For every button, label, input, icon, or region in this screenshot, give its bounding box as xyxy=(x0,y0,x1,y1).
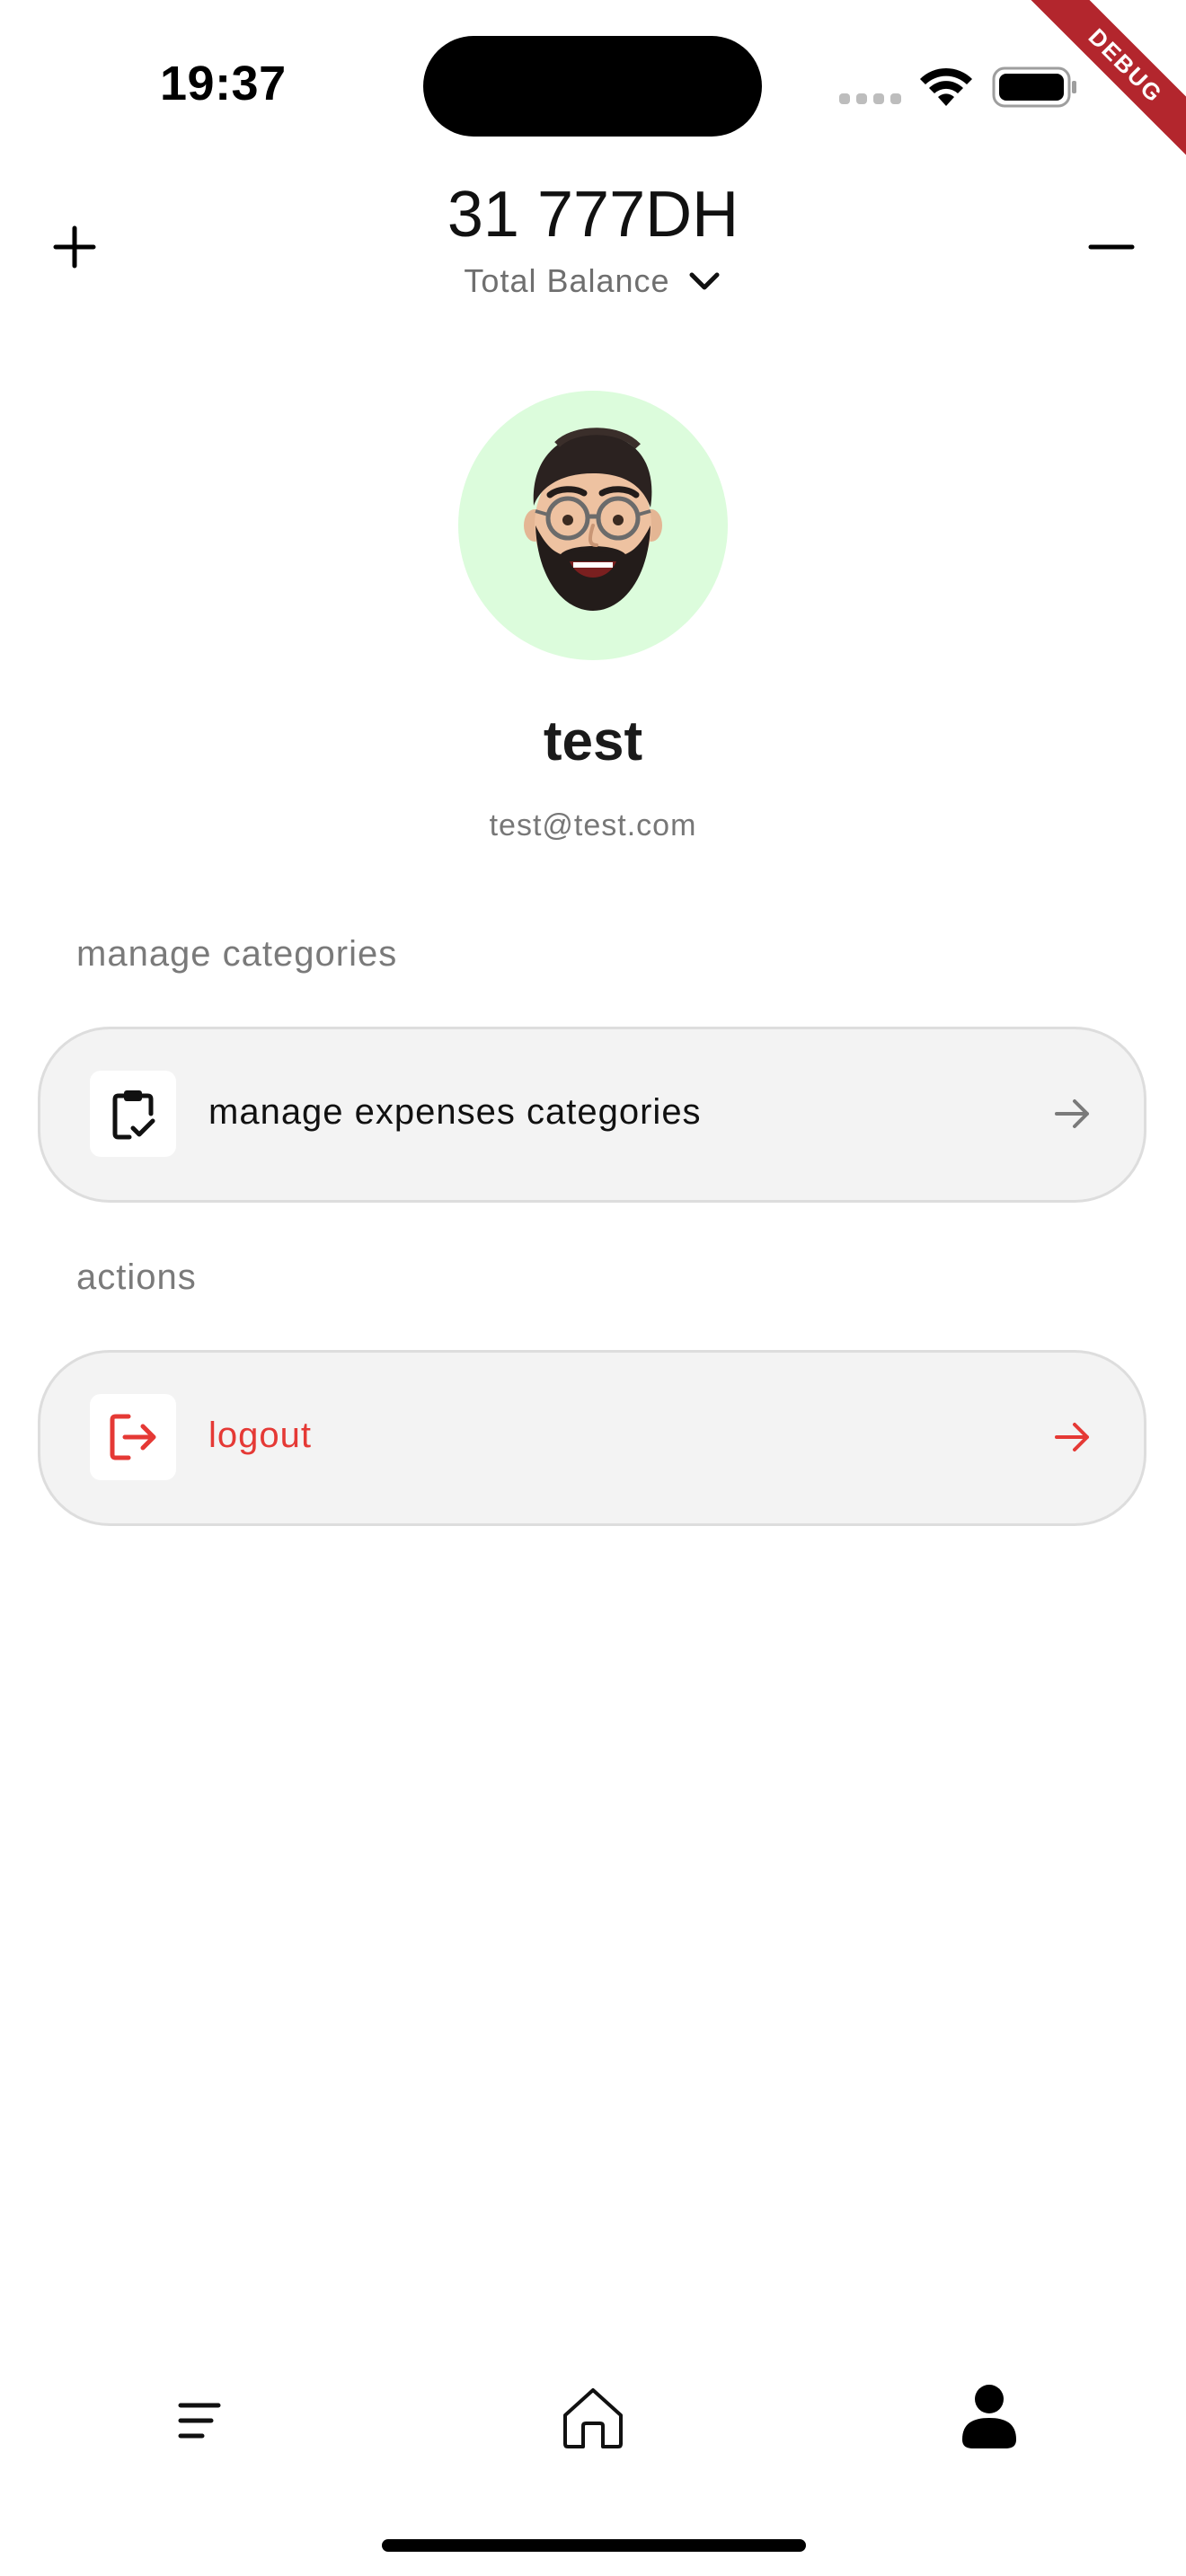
section-title-actions: actions xyxy=(76,1257,197,1297)
section-title-manage-categories: manage categories xyxy=(76,934,398,974)
manage-expenses-categories-button[interactable]: manage expenses categories xyxy=(38,1027,1146,1203)
home-indicator xyxy=(382,2539,806,2552)
user-name: test xyxy=(543,710,643,772)
wifi-icon xyxy=(920,67,972,106)
debug-banner-label: DEBUG xyxy=(1019,0,1186,172)
minus-icon[interactable] xyxy=(1087,223,1136,271)
arrow-right-icon xyxy=(1055,1099,1089,1128)
signal-dots-icon xyxy=(839,93,901,104)
avatar xyxy=(458,391,728,660)
logout-button[interactable]: logout xyxy=(38,1350,1146,1526)
status-time: 19:37 xyxy=(160,57,287,110)
dynamic-island xyxy=(423,36,762,137)
logout-label: logout xyxy=(208,1416,312,1455)
user-email: test@test.com xyxy=(489,808,697,842)
clipboard-check-icon xyxy=(112,1090,155,1140)
menu-icon[interactable] xyxy=(175,2396,224,2445)
manage-expenses-categories-label: manage expenses categories xyxy=(208,1092,702,1132)
row-icon-box xyxy=(90,1071,176,1157)
balance-selector[interactable]: Total Balance xyxy=(0,262,1186,300)
logout-icon xyxy=(110,1414,156,1460)
balance-label: Total Balance xyxy=(464,262,670,299)
chevron-down-icon[interactable] xyxy=(686,263,722,299)
home-icon[interactable] xyxy=(560,2385,626,2451)
row-icon-box xyxy=(90,1394,176,1480)
total-balance-amount: 31 777DH xyxy=(447,179,739,251)
profile-icon[interactable] xyxy=(960,2384,1018,2448)
memoji-avatar xyxy=(524,428,662,611)
arrow-right-icon xyxy=(1055,1423,1089,1451)
debug-banner: DEBUG xyxy=(1006,0,1186,180)
